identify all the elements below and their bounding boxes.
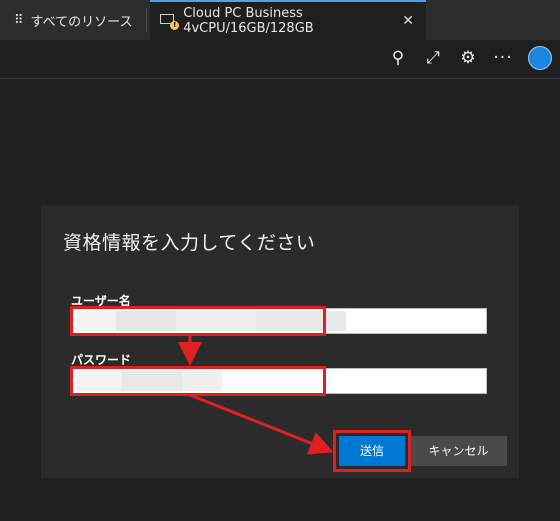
arrow-to-submit (189, 393, 334, 455)
annotation-arrows (178, 336, 334, 455)
